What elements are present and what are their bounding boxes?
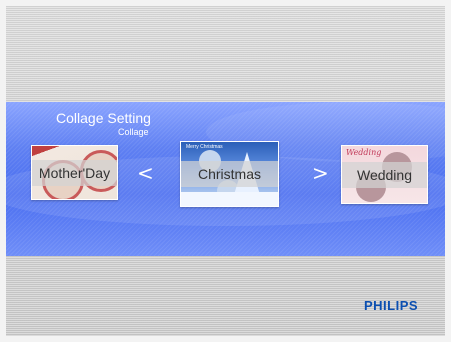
thumbnail-header: Merry Christmas	[186, 144, 223, 150]
menu-title: Collage Setting	[56, 110, 151, 126]
label-overlay: Christmas	[181, 161, 278, 187]
chevron-right-icon[interactable]: >	[312, 163, 329, 183]
collage-option-label: Wedding	[356, 166, 412, 183]
collage-option-mothers-day[interactable]: Mother'Day	[31, 145, 118, 200]
collage-option-wedding[interactable]: Wedding Wedding	[341, 145, 428, 204]
snow-ground	[181, 192, 278, 206]
chevron-left-icon[interactable]: <	[137, 163, 154, 183]
collage-option-label: Christmas	[197, 166, 261, 182]
menu-subtitle: Collage	[118, 127, 149, 137]
collage-option-christmas[interactable]: Merry Christmas Christmas	[180, 141, 279, 207]
thumbnail-header: Wedding	[346, 148, 382, 157]
label-overlay: Mother'Day	[32, 159, 117, 186]
label-overlay: Wedding	[342, 161, 427, 188]
collage-option-label: Mother'Day	[38, 164, 111, 181]
philips-logo: PHILIPS	[364, 298, 419, 313]
